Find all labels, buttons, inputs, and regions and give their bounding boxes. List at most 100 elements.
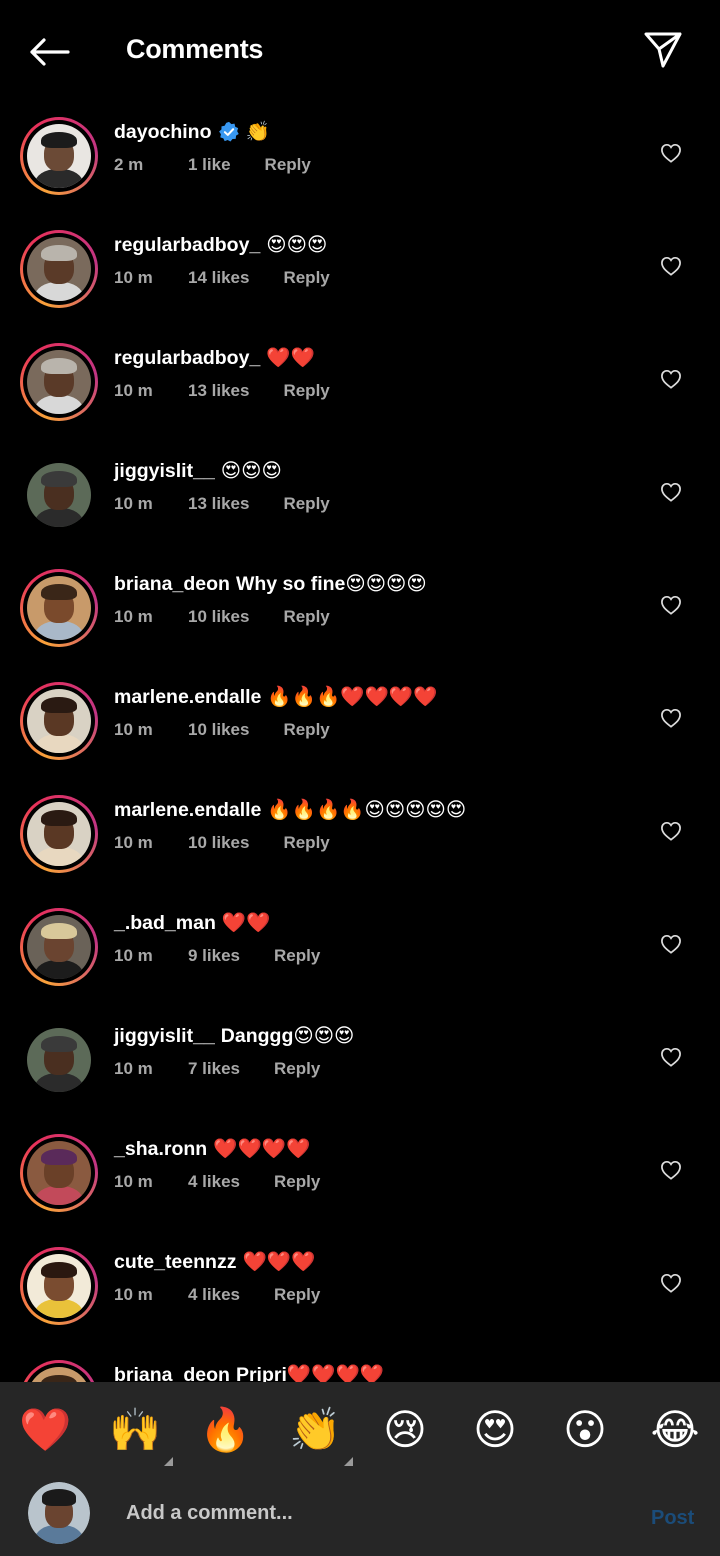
like-comment-button[interactable]	[656, 138, 686, 168]
skin-tone-indicator-icon	[344, 1457, 353, 1466]
reply-button[interactable]: Reply	[274, 1059, 320, 1079]
like-comment-button[interactable]	[656, 1042, 686, 1072]
comment-line: jiggyislit__ 😍😍😍	[114, 459, 282, 483]
verified-badge-icon	[218, 121, 239, 142]
heart-outline-icon	[661, 1160, 681, 1180]
comment-text: ❤️❤️	[266, 347, 315, 369]
comment-text: 🔥🔥🔥🔥😍😍😍😍😍	[267, 799, 467, 821]
emoji-clap-button[interactable]: 👏	[289, 1404, 353, 1466]
comment-username[interactable]: marlene.endalle	[114, 686, 261, 709]
heart-outline-icon	[661, 934, 681, 954]
comment-username[interactable]: marlene.endalle	[114, 799, 261, 822]
avatar[interactable]	[20, 1247, 98, 1325]
post-button[interactable]: Post	[651, 1507, 694, 1530]
like-comment-button[interactable]	[656, 251, 686, 281]
comment-line: marlene.endalle 🔥🔥🔥❤️❤️❤️❤️	[114, 685, 437, 709]
comment-item: dayochino 👏 2 m 1 like Reply	[0, 96, 720, 209]
comment-time: 2 m	[114, 155, 144, 174]
like-comment-button[interactable]	[656, 1155, 686, 1185]
reply-button[interactable]: Reply	[283, 268, 329, 288]
like-comment-button[interactable]	[656, 477, 686, 507]
reply-button[interactable]: Reply	[283, 833, 329, 853]
comment-username[interactable]: regularbadboy_	[114, 347, 260, 370]
comment-username[interactable]: _sha.ronn	[114, 1138, 207, 1161]
like-comment-button[interactable]	[656, 929, 686, 959]
like-comment-button[interactable]	[656, 816, 686, 846]
emoji-fire-button[interactable]: 🔥	[199, 1404, 251, 1456]
emoji-glyph: 🙌	[109, 1406, 162, 1453]
heart-outline-icon	[661, 1273, 681, 1293]
comment-item: marlene.endalle 🔥🔥🔥❤️❤️❤️❤️ 10 m 10 like…	[0, 661, 720, 774]
avatar[interactable]	[20, 1021, 98, 1099]
back-button[interactable]	[26, 32, 72, 72]
comment-line: _sha.ronn ❤️❤️❤️❤️	[114, 1137, 310, 1161]
comment-item: _.bad_man ❤️❤️ 10 m 9 likes Reply	[0, 887, 720, 1000]
comment-time: 10 m	[114, 268, 153, 287]
emoji-heart-button[interactable]: ❤️	[19, 1404, 71, 1456]
heart-outline-icon	[661, 821, 681, 841]
reply-button[interactable]: Reply	[265, 155, 311, 175]
like-comment-button[interactable]	[656, 590, 686, 620]
comment-likes-link[interactable]: 14 likes	[188, 268, 249, 288]
emoji-raised-hands-button[interactable]: 🙌	[109, 1404, 173, 1466]
reply-button[interactable]: Reply	[274, 946, 320, 966]
avatar[interactable]	[20, 682, 98, 760]
comment-meta: 10 m 13 likes Reply	[114, 381, 330, 401]
comment-username[interactable]: jiggyislit__	[114, 460, 215, 483]
like-comment-button[interactable]	[656, 1268, 686, 1298]
comment-line: briana_deon Why so fine😍😍😍😍	[114, 572, 427, 596]
comments-list[interactable]: dayochino 👏 2 m 1 like Reply regularbadb…	[0, 96, 720, 1382]
like-comment-button[interactable]	[656, 364, 686, 394]
comment-likes-link[interactable]: 4 likes	[188, 1172, 240, 1192]
avatar[interactable]	[20, 569, 98, 647]
avatar[interactable]	[20, 456, 98, 534]
skin-tone-indicator-icon	[164, 1457, 173, 1466]
share-button[interactable]	[640, 28, 686, 72]
avatar[interactable]	[20, 343, 98, 421]
comment-likes-link[interactable]: 4 likes	[188, 1285, 240, 1305]
reply-button[interactable]: Reply	[274, 1172, 320, 1192]
comment-likes-link[interactable]: 13 likes	[188, 494, 249, 514]
avatar[interactable]	[20, 908, 98, 986]
reply-button[interactable]: Reply	[283, 381, 329, 401]
avatar[interactable]	[20, 1360, 98, 1382]
emoji-laughing-button[interactable]: 😂	[649, 1404, 701, 1456]
avatar[interactable]	[20, 117, 98, 195]
comment-likes-link[interactable]: 10 likes	[188, 833, 249, 853]
comment-likes-link[interactable]: 1 like	[188, 155, 231, 175]
comment-likes-link[interactable]: 9 likes	[188, 946, 240, 966]
comment-time: 10 m	[114, 946, 153, 965]
emoji-surprised-button[interactable]: 😮	[559, 1404, 611, 1456]
reply-button[interactable]: Reply	[274, 1285, 320, 1305]
header: Comments	[0, 0, 720, 104]
emoji-crying-button[interactable]: 😢	[379, 1404, 431, 1456]
comment-username[interactable]: cute_teennzz	[114, 1251, 236, 1274]
comment-likes-link[interactable]: 13 likes	[188, 381, 249, 401]
heart-outline-icon	[661, 482, 681, 502]
comment-text: Why so fine😍😍😍😍	[235, 573, 427, 595]
comment-text: 👏	[245, 121, 270, 143]
comment-item: briana_deon Pripri❤️❤️❤️❤️	[0, 1339, 720, 1382]
reply-button[interactable]: Reply	[283, 607, 329, 627]
emoji-heart-eyes-button[interactable]: 😍	[469, 1404, 521, 1456]
comment-username[interactable]: jiggyislit__	[114, 1025, 215, 1048]
reply-button[interactable]: Reply	[283, 720, 329, 740]
like-comment-button[interactable]	[656, 703, 686, 733]
comment-username[interactable]: briana_deon	[114, 1364, 230, 1383]
comment-username[interactable]: _.bad_man	[114, 912, 216, 935]
comment-input[interactable]	[126, 1496, 606, 1530]
comment-time: 10 m	[114, 1285, 153, 1304]
comment-likes-link[interactable]: 10 likes	[188, 607, 249, 627]
avatar[interactable]	[20, 1134, 98, 1212]
avatar[interactable]	[20, 795, 98, 873]
avatar[interactable]	[20, 230, 98, 308]
comment-likes-link[interactable]: 7 likes	[188, 1059, 240, 1079]
comment-likes-link[interactable]: 10 likes	[188, 720, 249, 740]
comment-time: 10 m	[114, 381, 153, 400]
comment-text: Pripri❤️❤️❤️❤️	[235, 1364, 385, 1382]
page-title: Comments	[126, 34, 264, 64]
comment-username[interactable]: dayochino	[114, 121, 212, 144]
reply-button[interactable]: Reply	[283, 494, 329, 514]
comment-username[interactable]: regularbadboy_	[114, 234, 260, 257]
comment-username[interactable]: briana_deon	[114, 573, 230, 596]
